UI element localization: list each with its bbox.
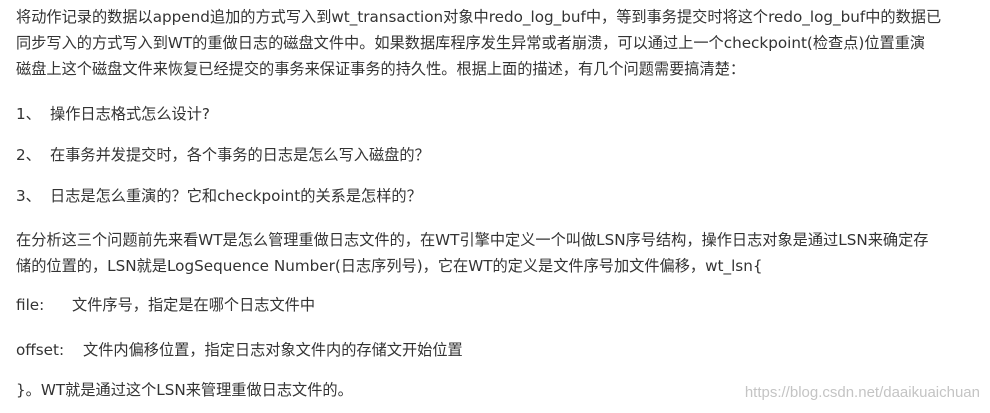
question-item-2: 2、 在事务并发提交时，各个事务的日志是怎么写入磁盘的？	[16, 142, 430, 168]
question-number: 2、	[16, 146, 41, 164]
intro-paragraph: 将动作记录的数据以append追加的方式写入到wt_transaction对象中…	[16, 4, 941, 82]
closing-paragraph: }。WT就是通过这个LSN来管理重做日志文件的。	[16, 381, 353, 399]
watermark: https://blog.csdn.net/daaikuaichuan	[744, 384, 980, 401]
question-text: 日志是怎么重演的？它和checkpoint的关系是怎样的？	[50, 187, 422, 205]
field-description: 文件序号，指定是在哪个日志文件中	[72, 296, 315, 314]
question-item-3: 3、 日志是怎么重演的？它和checkpoint的关系是怎样的？	[16, 183, 422, 209]
question-item-1: 1、 操作日志格式怎么设计?	[16, 101, 210, 127]
lsn-line: 在分析这三个问题前先来看WT是怎么管理重做日志文件的，在WT引擎中定义一个叫做L…	[16, 231, 929, 249]
intro-line: 磁盘上这个磁盘文件来恢复已经提交的事务来保证事务的持久性。根据上面的描述，有几个…	[16, 60, 745, 78]
field-description: 文件内偏移位置，指定日志对象文件内的存储文开始位置	[83, 341, 463, 359]
lsn-line: 储的位置的，LSN就是LogSequence Number(日志序列号)，它在W…	[16, 257, 763, 275]
question-number: 1、	[16, 105, 41, 123]
intro-line: 同步写入的方式写入到WT的重做日志的磁盘文件中。如果数据库程序发生异常或者崩溃，…	[16, 34, 926, 52]
lsn-paragraph: 在分析这三个问题前先来看WT是怎么管理重做日志文件的，在WT引擎中定义一个叫做L…	[16, 227, 928, 279]
question-text: 在事务并发提交时，各个事务的日志是怎么写入磁盘的？	[50, 146, 430, 164]
field-key: file:	[16, 296, 45, 314]
field-key: offset:	[16, 341, 65, 359]
intro-line: 将动作记录的数据以append追加的方式写入到wt_transaction对象中…	[16, 8, 942, 26]
field-offset: offset: 文件内偏移位置，指定日志对象文件内的存储文开始位置	[16, 337, 463, 363]
question-text: 操作日志格式怎么设计?	[50, 105, 210, 123]
field-file: file: 文件序号，指定是在哪个日志文件中	[16, 292, 315, 318]
question-number: 3、	[16, 187, 41, 205]
